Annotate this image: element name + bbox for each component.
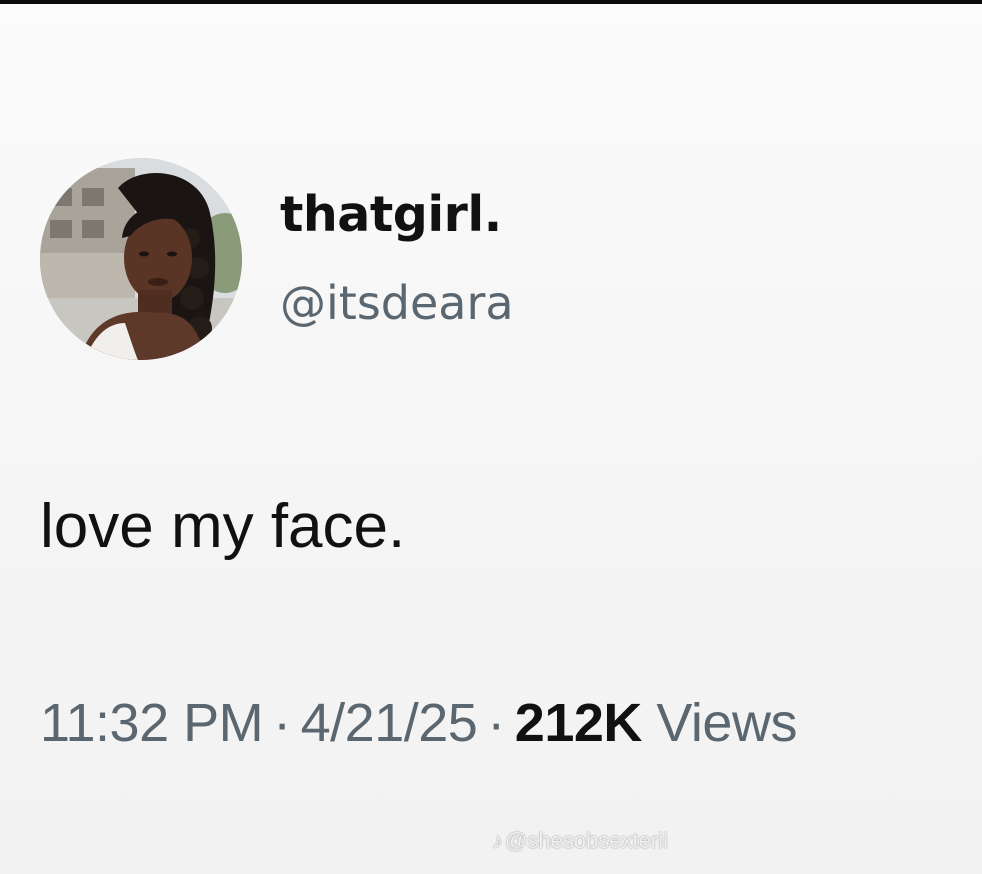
tweet-text: love my face. — [40, 492, 406, 561]
views-count: 212K — [514, 693, 643, 753]
tweet-date[interactable]: 4/21/25 — [301, 693, 478, 753]
avatar-photo — [40, 158, 242, 360]
tweet-meta: 11:32 PM · 4/21/25 · 212K Views — [40, 692, 797, 754]
watermark-text: @shesobsexterii — [505, 828, 668, 853]
tweet-time[interactable]: 11:32 PM — [40, 693, 264, 753]
separator: · — [487, 693, 505, 753]
tiktok-icon: ♪ — [492, 828, 503, 853]
views-label: Views — [656, 693, 797, 753]
avatar[interactable] — [40, 158, 242, 360]
display-name[interactable]: thatgirl. — [280, 186, 502, 243]
username-handle[interactable]: @itsdeara — [280, 276, 514, 330]
watermark: ♪@shesobsexterii — [492, 828, 668, 854]
separator: · — [273, 693, 291, 753]
